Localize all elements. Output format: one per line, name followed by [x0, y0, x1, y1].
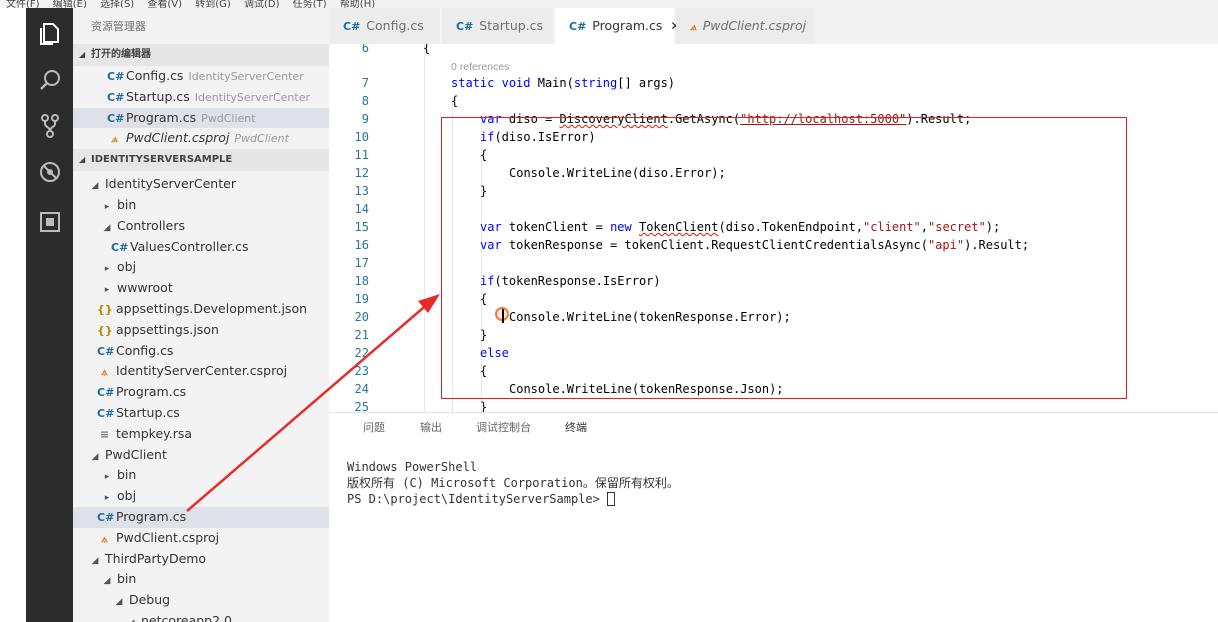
annotation-arrow-icon — [186, 294, 440, 512]
